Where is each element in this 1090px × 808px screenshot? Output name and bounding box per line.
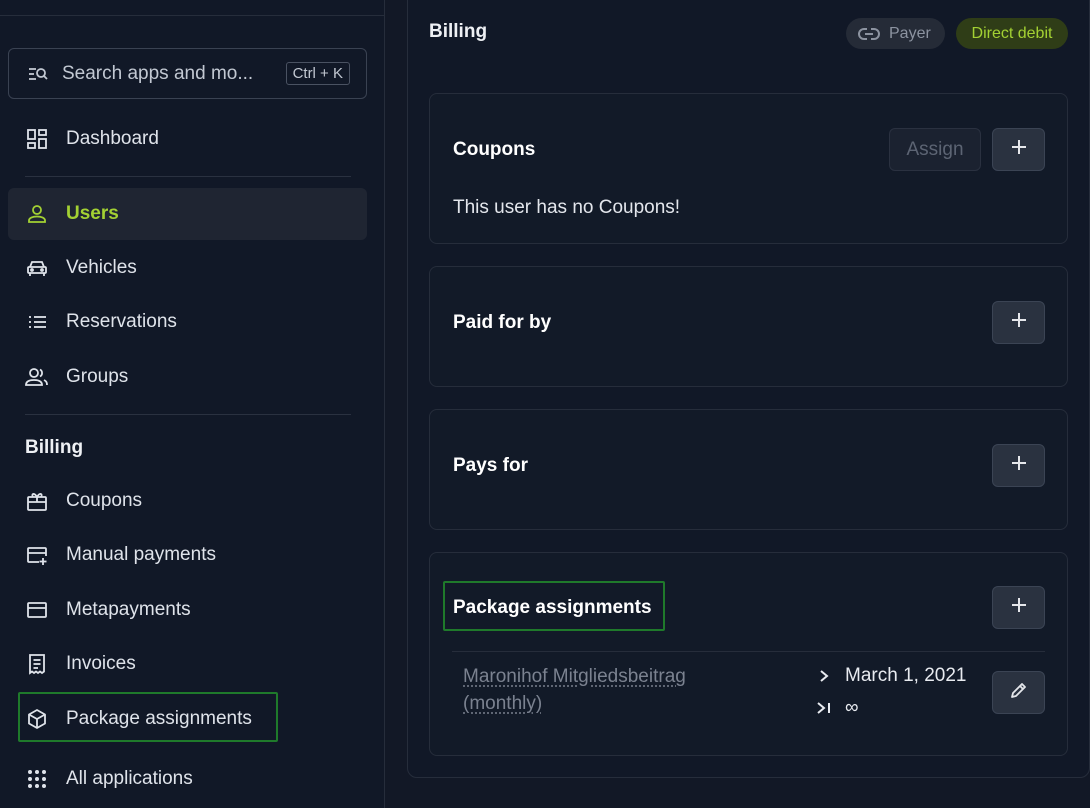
add-package-assignment-button[interactable] — [992, 586, 1045, 629]
user-icon — [25, 202, 49, 226]
sidebar-item-label: Package assignments — [66, 708, 252, 729]
sidebar-item-label: Groups — [66, 366, 129, 387]
sidebar-divider — [25, 414, 351, 415]
add-pays-for-button[interactable] — [992, 444, 1045, 487]
link-icon — [858, 27, 880, 41]
package-start-date: March 1, 2021 — [845, 665, 967, 686]
sidebar-item-reservations[interactable]: Reservations — [8, 296, 367, 348]
package-start: March 1, 2021 — [813, 665, 966, 687]
sidebar-item-manual-payments[interactable]: Manual payments — [8, 529, 367, 581]
search-shortcut: Ctrl + K — [285, 62, 350, 85]
add-coupon-button[interactable] — [992, 128, 1045, 171]
sidebar-item-all-applications[interactable]: All applications — [8, 753, 367, 805]
chevron-right-icon — [813, 669, 835, 683]
list-icon — [25, 310, 49, 334]
sidebar-item-label: Coupons — [66, 490, 143, 511]
search-placeholder: Search apps and mo... — [62, 62, 254, 84]
sidebar-divider — [25, 176, 351, 177]
page-title: Billing — [429, 21, 488, 42]
sidebar-item-label: All applications — [66, 768, 193, 789]
sidebar-item-label: Invoices — [66, 653, 136, 674]
package-end: ∞ — [813, 697, 859, 719]
apps-grid-icon — [25, 767, 49, 791]
package-icon — [25, 707, 49, 731]
sidebar-item-label: Vehicles — [66, 257, 137, 278]
payer-badge-label: Payer — [889, 24, 931, 42]
group-icon — [25, 365, 49, 389]
pays-for-title: Pays for — [453, 455, 528, 476]
sidebar-item-package-assignments[interactable]: Package assignments — [8, 693, 367, 745]
direct-debit-badge: Direct debit — [956, 18, 1068, 49]
row-divider — [452, 651, 1045, 652]
sidebar-item-label: Dashboard — [66, 128, 159, 149]
pencil-icon — [1009, 680, 1029, 705]
package-assignments-card: Package assignments Maronihof Mitgliedsb… — [429, 552, 1068, 756]
receipt-icon — [25, 652, 49, 676]
arrow-to-end-icon — [813, 701, 835, 715]
plus-icon — [1010, 138, 1028, 161]
search-icon — [27, 63, 49, 85]
sidebar-item-dashboard[interactable]: Dashboard — [8, 113, 367, 165]
pays-for-card: Pays for — [429, 409, 1068, 530]
credit-card-icon — [25, 598, 49, 622]
sidebar-item-metapayments[interactable]: Metapayments — [8, 584, 367, 636]
sidebar-item-groups[interactable]: Groups — [8, 351, 367, 403]
plus-icon — [1010, 596, 1028, 619]
sidebar-top-divider — [0, 15, 384, 16]
assign-coupon-button[interactable]: Assign — [889, 128, 981, 171]
paid-for-by-title: Paid for by — [453, 312, 552, 333]
plus-icon — [1010, 311, 1028, 334]
add-paid-for-by-button[interactable] — [992, 301, 1045, 344]
sidebar-item-invoices[interactable]: Invoices — [8, 638, 367, 690]
sidebar-item-coupons[interactable]: Coupons — [8, 475, 367, 527]
sidebar-item-label: Metapayments — [66, 599, 191, 620]
paid-for-by-card: Paid for by — [429, 266, 1068, 387]
gift-icon — [25, 489, 49, 513]
dashboard-icon — [25, 127, 49, 151]
package-end-date: ∞ — [845, 697, 859, 718]
payer-badge: Payer — [846, 18, 945, 49]
search-input[interactable]: Search apps and mo... Ctrl + K — [8, 48, 367, 99]
coupons-empty-text: This user has no Coupons! — [453, 197, 681, 218]
sidebar-item-label: Manual payments — [66, 544, 216, 565]
edit-package-assignment-button[interactable] — [992, 671, 1045, 714]
car-icon — [25, 256, 49, 280]
coupons-title: Coupons — [453, 139, 536, 160]
package-name-link[interactable]: Maronihof Mitgliedsbeitrag (monthly) — [463, 663, 763, 717]
sidebar-section-billing: Billing — [25, 437, 84, 458]
package-assignments-title: Package assignments — [453, 597, 652, 618]
coupons-card: Coupons Assign This user has no Coupons! — [429, 93, 1068, 244]
sidebar-item-vehicles[interactable]: Vehicles — [8, 242, 367, 294]
card-plus-icon — [25, 543, 49, 567]
sidebar-item-label: Users — [66, 203, 119, 224]
plus-icon — [1010, 454, 1028, 477]
sidebar-item-label: Reservations — [66, 311, 177, 332]
sidebar-item-users[interactable]: Users — [8, 188, 367, 240]
sidebar: Search apps and mo... Ctrl + K Dashboard… — [0, 0, 385, 808]
